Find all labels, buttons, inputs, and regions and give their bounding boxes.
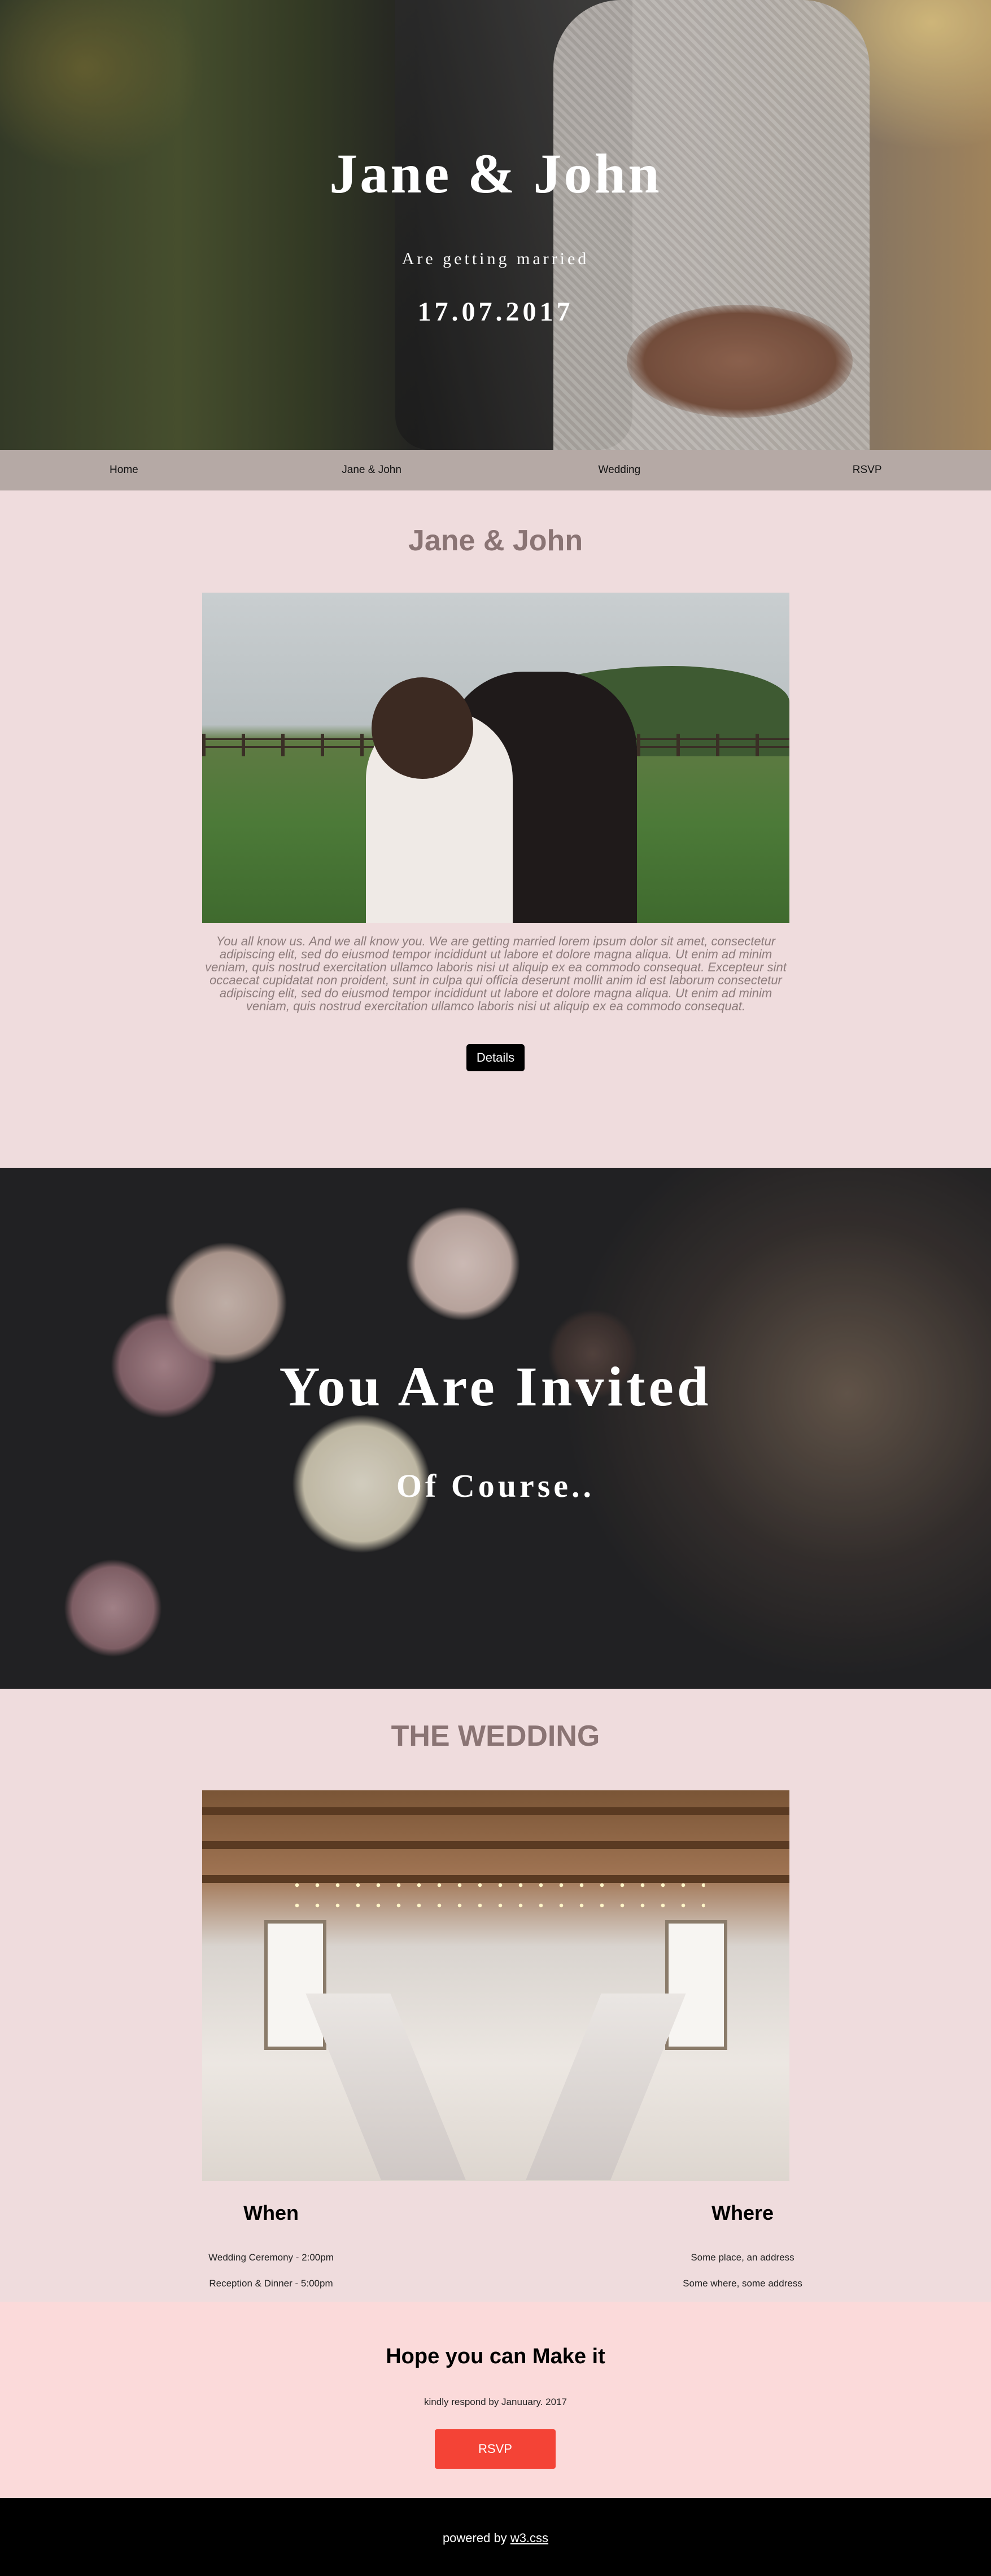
when-line: Reception & Dinner - 5:00pm [209, 2278, 333, 2289]
photo-window [264, 1920, 326, 2050]
photo-window [665, 1920, 727, 2050]
footer-text: powered by w3.css [0, 2531, 991, 2546]
about-title: Jane & John [408, 524, 583, 557]
when-line: Wedding Ceremony - 2:00pm [208, 2252, 334, 2263]
footer-link-w3css[interactable]: w3.css [510, 2531, 548, 2545]
couple-kiss-photo [202, 593, 789, 923]
hero-banner: Jane & John Are getting married 17.07.20… [0, 0, 991, 450]
photo-beam [202, 1841, 789, 1849]
nav-home[interactable]: Home [0, 464, 248, 476]
details-button[interactable]: Details [466, 1044, 525, 1071]
top-navigation: Home Jane & John Wedding RSVP [0, 450, 991, 490]
hero-overlay [0, 0, 991, 450]
invite-banner: You Are Invited Of Course.. [0, 1168, 991, 1689]
hero-date: 17.07.2017 [417, 297, 574, 327]
rsvp-note: kindly respond by Januuary. 2017 [424, 2397, 567, 2407]
nav-jane-john[interactable]: Jane & John [248, 464, 496, 476]
photo-table [526, 1994, 686, 2180]
where-line: Some place, an address [691, 2252, 794, 2263]
invite-subtitle: Of Course.. [396, 1467, 595, 1504]
where-line: Some where, some address [683, 2278, 802, 2289]
where-title: Where [711, 2201, 774, 2224]
invite-overlay [0, 1168, 991, 1689]
venue-hall-photo [202, 1790, 789, 2181]
photo-table [305, 1994, 466, 2180]
invite-title: You Are Invited [279, 1355, 712, 1418]
photo-string-lights [287, 1875, 705, 1920]
when-title: When [243, 2201, 299, 2224]
photo-bride-hair [372, 677, 473, 779]
wedding-title: THE WEDDING [391, 1720, 600, 1753]
nav-rsvp[interactable]: RSVP [743, 464, 991, 476]
rsvp-button[interactable]: RSVP [435, 2429, 556, 2469]
rsvp-section: Hope you can Make it kindly respond by J… [0, 2302, 991, 2498]
hero-title: Jane & John [329, 142, 662, 205]
footer: powered by w3.css [0, 2498, 991, 2576]
footer-prefix: powered by [442, 2531, 507, 2545]
rsvp-title: Hope you can Make it [386, 2345, 605, 2368]
photo-beam [202, 1807, 789, 1815]
hero-tagline: Are getting married [401, 249, 590, 268]
about-text: You all know us. And we all know you. We… [205, 934, 787, 1013]
nav-wedding[interactable]: Wedding [496, 464, 744, 476]
